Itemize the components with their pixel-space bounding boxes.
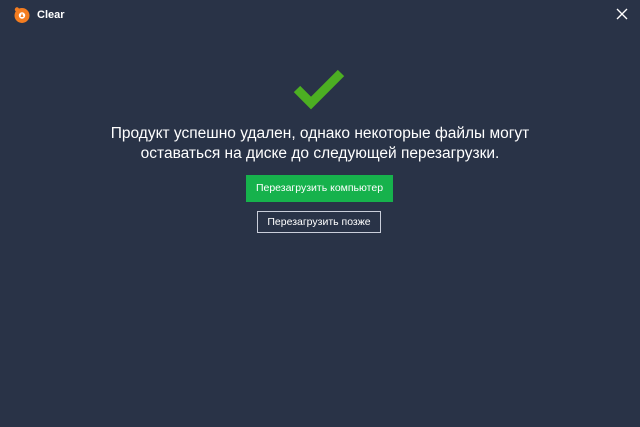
status-message-line-1: Продукт успешно удален, однако некоторые… [110,125,530,142]
close-icon[interactable] [614,6,630,22]
app-title: Clear [37,9,65,21]
avast-logo-icon [14,7,30,23]
restart-later-button[interactable]: Перезагрузить позже [257,211,381,233]
checkmark-icon [293,69,345,110]
restart-now-button[interactable]: Перезагрузить компьютер [246,175,393,202]
status-message: Продукт успешно удален, однако некоторые… [0,124,640,164]
uninstall-window: Clear Продукт успешно удален, однако нек… [0,0,640,427]
title-bar: Clear [0,0,640,30]
status-message-line-2: оставаться на диске до следующей перезаг… [140,145,500,162]
